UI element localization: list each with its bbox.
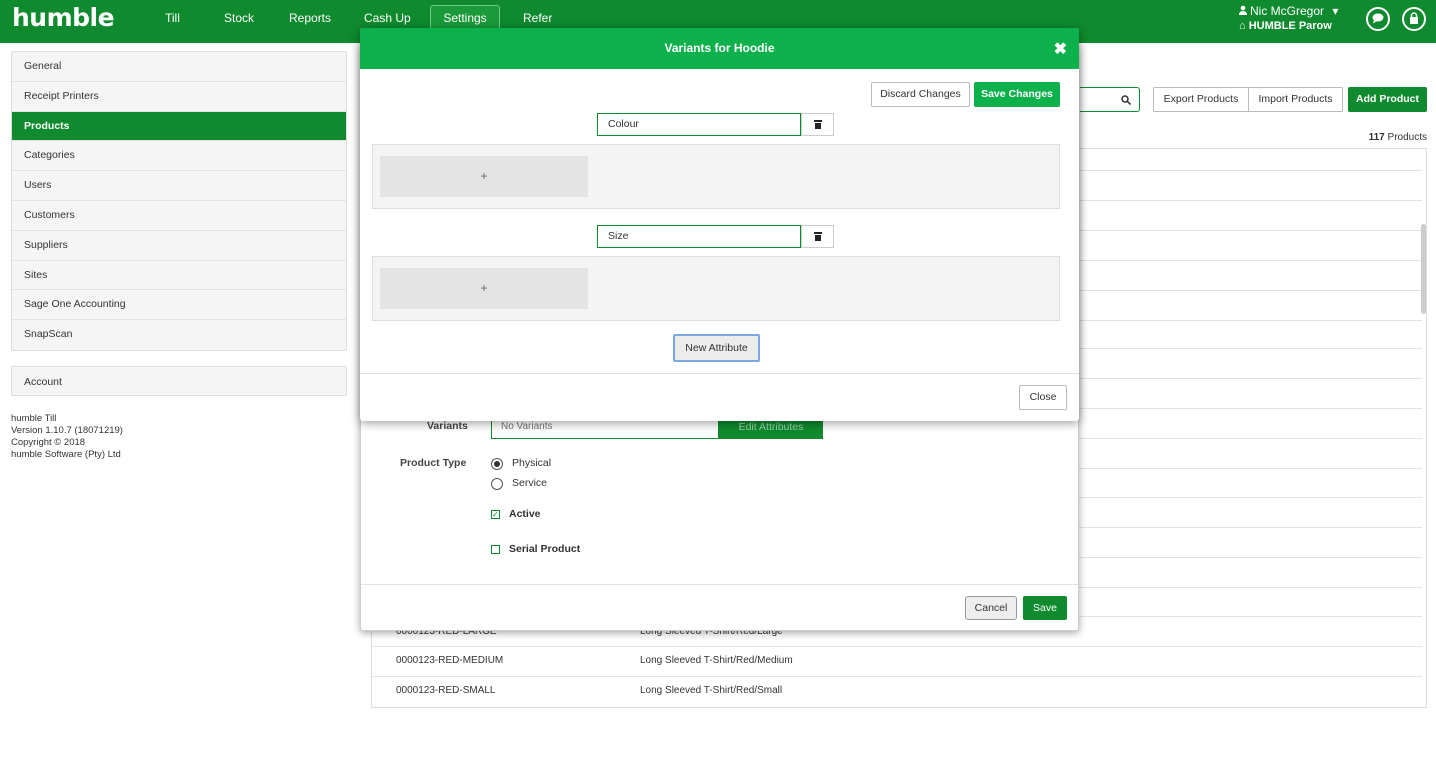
- product-name[interactable]: Long Sleeved T-Shirt/Red/Small: [640, 685, 782, 696]
- version-line: Copyright © 2018: [11, 437, 86, 448]
- lock-button[interactable]: [1402, 7, 1426, 31]
- sidebar-item-receipt-printers[interactable]: Receipt Printers: [12, 82, 346, 112]
- sidebar-item-categories[interactable]: Categories: [12, 141, 346, 172]
- service-radio[interactable]: [491, 478, 503, 490]
- search-button[interactable]: [1080, 87, 1140, 112]
- service-label: Service: [512, 477, 548, 489]
- attribute-name-input[interactable]: Size: [597, 225, 801, 248]
- add-value-button[interactable]: +: [380, 156, 588, 197]
- save-button[interactable]: Save: [1023, 596, 1067, 620]
- humble-logo[interactable]: humble: [12, 3, 115, 32]
- sidebar-item-sites[interactable]: Sites: [12, 261, 346, 291]
- product-count-value: 117: [1368, 132, 1385, 143]
- attribute-name-input[interactable]: Colour: [597, 113, 801, 136]
- product-count: 117 Products: [1369, 132, 1427, 143]
- version-line: Version 1.10.7 (18071219): [11, 425, 123, 436]
- dialog-title: Variants for Hoodie: [664, 41, 775, 55]
- product-sku: 0000123-RED-MEDIUM: [396, 655, 504, 666]
- serial-product-checkbox[interactable]: [491, 545, 500, 554]
- sidebar-item-snapscan[interactable]: SnapScan: [12, 320, 346, 350]
- sidebar-item-sage-one[interactable]: Sage One Accounting: [12, 290, 346, 321]
- add-value-button[interactable]: +: [380, 268, 588, 309]
- attribute-values-panel: +: [372, 256, 1060, 321]
- save-changes-button[interactable]: Save Changes: [974, 82, 1060, 107]
- home-icon: ⌂: [1239, 20, 1246, 32]
- version-line: humble Till: [11, 413, 57, 424]
- sidebar-item-users[interactable]: Users: [12, 171, 346, 201]
- sidebar-item-customers[interactable]: Customers: [12, 201, 346, 231]
- active-checkbox[interactable]: ✓: [491, 510, 500, 519]
- chevron-down-icon: ▾: [1332, 4, 1339, 18]
- modal-footer-divider: [361, 584, 1078, 585]
- settings-sidebar: General Receipt Printers Products Catego…: [11, 51, 347, 351]
- sidebar-item-general[interactable]: General: [12, 52, 346, 82]
- dialog-header: Variants for Hoodie ✖: [360, 28, 1079, 69]
- row-divider: [372, 646, 1422, 647]
- chat-button[interactable]: [1366, 7, 1390, 31]
- variants-dialog: Variants for Hoodie ✖ Discard Changes Sa…: [360, 28, 1079, 421]
- checkmark-icon: ✓: [492, 510, 499, 519]
- site-name: HUMBLE Parow: [1248, 20, 1332, 32]
- cancel-button[interactable]: Cancel: [965, 596, 1017, 620]
- physical-radio[interactable]: [491, 458, 503, 470]
- search-icon: [1121, 95, 1132, 108]
- product-type-label: Product Type: [400, 457, 467, 469]
- product-sku: 0000123-RED-SMALL: [396, 685, 496, 696]
- lock-icon: [1409, 12, 1419, 27]
- site-label: ⌂ HUMBLE Parow: [1239, 20, 1332, 32]
- user-menu[interactable]: Nic McGregor ▾: [1239, 4, 1338, 18]
- nav-reports[interactable]: Reports: [289, 11, 331, 31]
- version-info: humble Till Version 1.10.7 (18071219) Co…: [11, 413, 123, 461]
- chat-bubble-icon: [1372, 13, 1384, 27]
- attribute-values-panel: +: [372, 144, 1060, 209]
- dialog-footer-divider: [360, 373, 1079, 374]
- variants-label: Variants: [427, 420, 468, 432]
- delete-attribute-button[interactable]: [801, 113, 834, 136]
- import-products-button[interactable]: Import Products: [1248, 87, 1343, 112]
- sidebar-item-suppliers[interactable]: Suppliers: [12, 231, 346, 261]
- user-icon: [1239, 4, 1247, 15]
- physical-label: Physical: [512, 457, 552, 469]
- sidebar-item-products[interactable]: Products: [12, 111, 346, 142]
- row-divider: [372, 676, 1422, 677]
- version-line: humble Software (Pty) Ltd: [11, 449, 121, 460]
- export-products-button[interactable]: Export Products: [1153, 87, 1249, 112]
- close-button[interactable]: Close: [1019, 385, 1067, 410]
- nav-till[interactable]: Till: [165, 11, 180, 31]
- user-name: Nic McGregor: [1250, 4, 1325, 18]
- nav-stock[interactable]: Stock: [224, 11, 254, 31]
- active-label: Active: [509, 508, 541, 520]
- trash-icon: [813, 232, 822, 241]
- sidebar-item-account[interactable]: Account: [11, 366, 347, 396]
- new-attribute-button[interactable]: New Attribute: [673, 334, 760, 362]
- serial-product-label: Serial Product: [509, 543, 581, 555]
- product-count-suffix: Products: [1387, 132, 1427, 143]
- trash-icon: [813, 120, 822, 129]
- discard-changes-button[interactable]: Discard Changes: [871, 82, 970, 107]
- page-scrollbar[interactable]: [1421, 224, 1426, 314]
- add-product-button[interactable]: Add Product: [1348, 87, 1427, 112]
- product-name[interactable]: Long Sleeved T-Shirt/Red/Medium: [640, 655, 793, 666]
- delete-attribute-button[interactable]: [801, 225, 834, 248]
- close-icon[interactable]: ✖: [1054, 39, 1067, 59]
